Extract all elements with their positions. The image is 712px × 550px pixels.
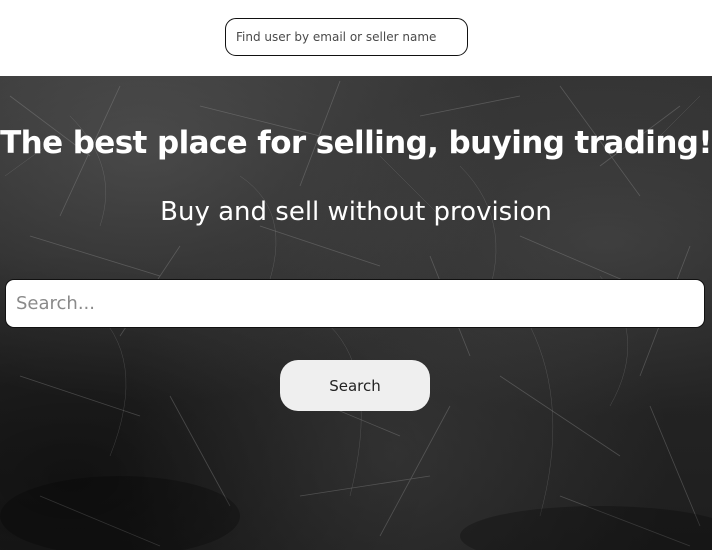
search-button[interactable]: Search [280,360,430,411]
hero-subtitle: Buy and sell without provision [160,197,552,227]
main-search-input[interactable] [5,279,705,328]
user-search-input[interactable] [225,18,468,56]
hero-section: The best place for selling, buying tradi… [0,76,712,550]
top-bar [0,0,712,76]
hero-title: The best place for selling, buying tradi… [0,125,712,161]
